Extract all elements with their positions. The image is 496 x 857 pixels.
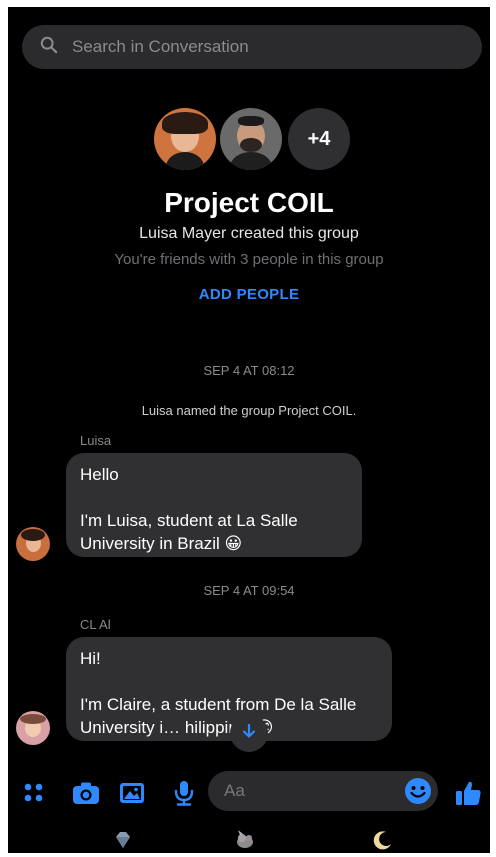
microphone-icon[interactable]	[170, 779, 198, 807]
message-bubble[interactable]: Hi! I'm Claire, a student from De la Sal…	[66, 637, 392, 741]
system-message: Luisa named the group Project COIL.	[141, 403, 357, 418]
sender-avatar[interactable]	[16, 527, 50, 561]
group-name: Project COIL	[164, 187, 334, 218]
group-friends-line: You're friends with 3 people in this gro…	[114, 251, 384, 268]
image-icon[interactable]	[118, 779, 146, 807]
message-input[interactable]: Aa	[208, 771, 438, 811]
thumbs-up-icon[interactable]	[454, 779, 482, 807]
sender-name: Luisa	[80, 433, 112, 448]
search-placeholder: Search in Conversation	[72, 37, 249, 56]
more-members-badge: +4	[288, 108, 350, 170]
apps-icon[interactable]	[20, 779, 48, 807]
arrow-down-icon	[241, 723, 257, 744]
timestamp: SEP 4 AT 09:54	[203, 583, 295, 598]
message-bubble[interactable]: Hello I'm Luisa, student at La Salle Uni…	[66, 453, 362, 557]
unicorn-icon[interactable]	[234, 829, 256, 851]
message-composer: Aa	[8, 771, 490, 815]
message-text: Hi!	[80, 649, 101, 668]
group-creator-line: Luisa Mayer created this group	[139, 225, 359, 242]
message-text: Hello	[80, 465, 119, 484]
search-bar[interactable]: Search in Conversation	[22, 25, 482, 69]
sender-avatar[interactable]	[16, 711, 50, 745]
group-avatars[interactable]: +4	[154, 108, 354, 170]
timestamp: SEP 4 AT 08:12	[203, 363, 295, 378]
messenger-screen: Search in Conversation +4 Project COIL L…	[8, 7, 490, 853]
scroll-to-bottom-button[interactable]	[230, 714, 268, 752]
message-input-placeholder: Aa	[224, 781, 245, 800]
add-people-button[interactable]: ADD PEOPLE	[8, 286, 490, 303]
search-icon	[40, 36, 58, 59]
message-text: I'm Luisa, student at La Salle Universit…	[80, 511, 298, 553]
message-text: I'm Claire, a student from De la Salle U…	[80, 695, 357, 737]
emoji-icon[interactable]	[404, 777, 432, 805]
member-avatar	[154, 108, 216, 170]
sender-name: CL Al	[80, 617, 111, 632]
system-nav-bar	[8, 825, 490, 853]
diamond-icon[interactable]	[112, 829, 134, 851]
camera-icon[interactable]	[72, 779, 100, 807]
moon-icon[interactable]	[372, 829, 394, 851]
member-avatar	[220, 108, 282, 170]
